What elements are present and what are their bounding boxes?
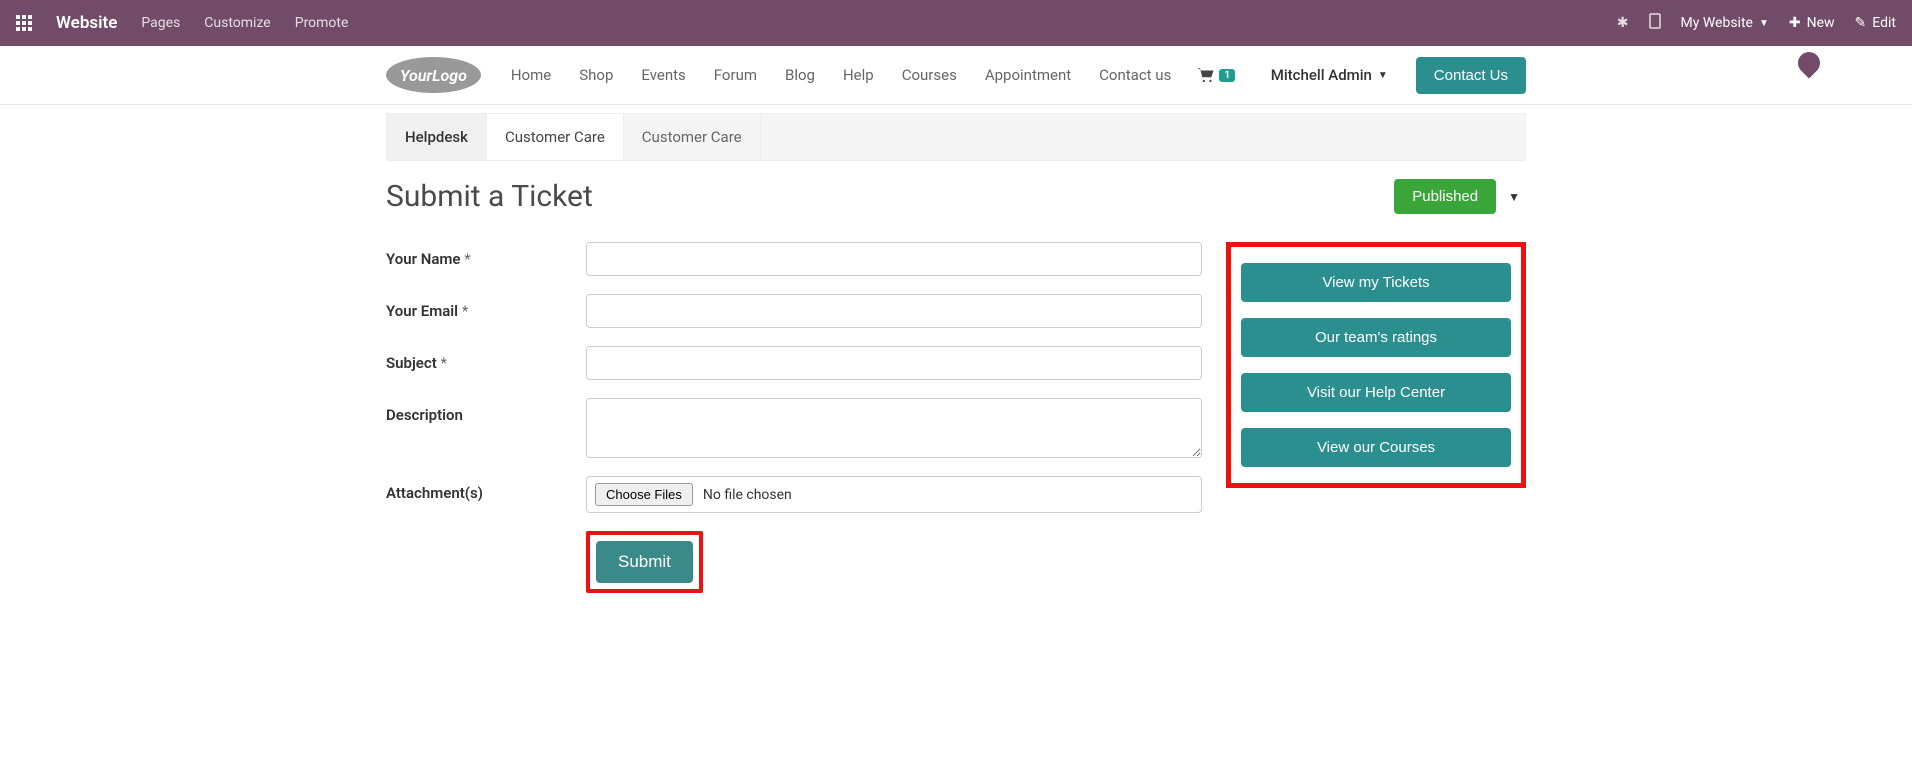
nav-shop[interactable]: Shop: [569, 58, 623, 92]
caret-down-icon: ▼: [1378, 70, 1388, 81]
file-status-text: No file chosen: [703, 487, 792, 503]
nav-events[interactable]: Events: [631, 58, 695, 92]
bug-icon[interactable]: ✱: [1617, 15, 1629, 31]
contact-us-button[interactable]: Contact Us: [1416, 57, 1526, 94]
edit-label: Edit: [1872, 15, 1896, 31]
side-actions-panel: View my Tickets Our team's ratings Visit…: [1226, 242, 1526, 488]
form-row-attachments: Attachment(s) Choose Files No file chose…: [386, 476, 1202, 513]
plus-icon: ✚: [1789, 15, 1801, 31]
team-ratings-button[interactable]: Our team's ratings: [1241, 318, 1511, 357]
top-toolbar: Website Pages Customize Promote ✱ My Web…: [0, 0, 1912, 46]
subject-input[interactable]: [586, 346, 1202, 380]
edit-button[interactable]: ✎ Edit: [1855, 15, 1896, 31]
topbar-pages[interactable]: Pages: [141, 15, 180, 31]
submit-button[interactable]: Submit: [596, 541, 693, 583]
breadcrumb-root[interactable]: Helpdesk: [387, 114, 487, 160]
page-title: Submit a Ticket: [386, 179, 593, 214]
topbar-left: Website Pages Customize Promote: [16, 13, 348, 33]
breadcrumb-active[interactable]: Customer Care: [487, 114, 624, 160]
publish-caret-icon[interactable]: ▼: [1502, 190, 1526, 204]
description-textarea[interactable]: [586, 398, 1202, 458]
choose-files-button[interactable]: Choose Files: [595, 483, 693, 506]
form-row-subject: Subject *: [386, 346, 1202, 380]
subject-label: Subject *: [386, 346, 586, 372]
file-input-wrapper[interactable]: Choose Files No file chosen: [586, 476, 1202, 513]
site-navbar: YourLogo Home Shop Events Forum Blog Hel…: [0, 46, 1912, 105]
page-header-row: Submit a Ticket Published ▼: [386, 179, 1526, 214]
breadcrumb: Helpdesk Customer Care Customer Care: [386, 113, 1526, 161]
main-grid: Your Name * Your Email * Subject * Descr…: [386, 242, 1526, 611]
nav-help[interactable]: Help: [833, 58, 884, 92]
name-input[interactable]: [586, 242, 1202, 276]
cart-button[interactable]: 1: [1197, 67, 1235, 83]
topbar-customize[interactable]: Customize: [204, 15, 270, 31]
new-label: New: [1807, 15, 1835, 31]
my-website-label: My Website: [1681, 15, 1753, 31]
view-courses-button[interactable]: View our Courses: [1241, 428, 1511, 467]
caret-down-icon: ▼: [1759, 18, 1769, 29]
email-input[interactable]: [586, 294, 1202, 328]
apps-grid-icon[interactable]: [16, 15, 32, 31]
nav-blog[interactable]: Blog: [775, 58, 825, 92]
new-button[interactable]: ✚ New: [1789, 15, 1835, 31]
view-my-tickets-button[interactable]: View my Tickets: [1241, 263, 1511, 302]
page-container: Helpdesk Customer Care Customer Care Sub…: [386, 113, 1526, 651]
description-label: Description: [386, 398, 586, 424]
form-row-description: Description: [386, 398, 1202, 458]
app-brand[interactable]: Website: [56, 13, 117, 33]
cart-count-badge: 1: [1219, 69, 1235, 82]
cart-icon: [1197, 67, 1215, 83]
user-name: Mitchell Admin: [1271, 66, 1372, 84]
published-button[interactable]: Published: [1394, 179, 1496, 214]
email-label: Your Email *: [386, 294, 586, 320]
attachments-label: Attachment(s): [386, 476, 586, 502]
my-website-dropdown[interactable]: My Website ▼: [1681, 15, 1769, 31]
nav-forum[interactable]: Forum: [704, 58, 767, 92]
form-row-submit: Submit: [386, 531, 1202, 593]
nav-contact[interactable]: Contact us: [1089, 58, 1181, 92]
mobile-preview-icon[interactable]: [1649, 13, 1661, 33]
site-logo[interactable]: YourLogo: [386, 57, 481, 93]
ticket-form: Your Name * Your Email * Subject * Descr…: [386, 242, 1202, 611]
pencil-icon: ✎: [1855, 15, 1867, 31]
form-row-email: Your Email *: [386, 294, 1202, 328]
submit-highlight: Submit: [586, 531, 703, 593]
topbar-promote[interactable]: Promote: [295, 15, 349, 31]
publish-group: Published ▼: [1394, 179, 1526, 214]
nav-courses[interactable]: Courses: [892, 58, 967, 92]
form-row-name: Your Name *: [386, 242, 1202, 276]
help-center-button[interactable]: Visit our Help Center: [1241, 373, 1511, 412]
user-dropdown[interactable]: Mitchell Admin ▼: [1271, 66, 1388, 84]
nav-home[interactable]: Home: [501, 58, 561, 92]
name-label: Your Name *: [386, 242, 586, 268]
topbar-right: ✱ My Website ▼ ✚ New ✎ Edit: [1617, 13, 1896, 33]
breadcrumb-trail: Customer Care: [624, 114, 761, 160]
nav-appointment[interactable]: Appointment: [975, 58, 1081, 92]
